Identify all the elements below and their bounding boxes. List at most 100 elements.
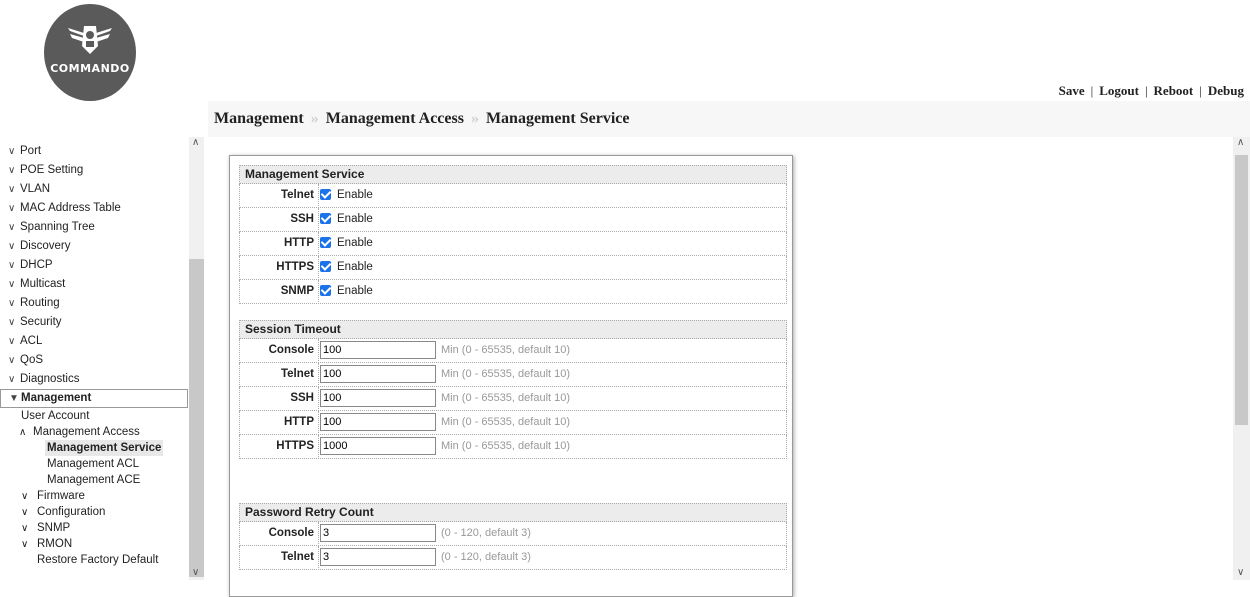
sidebar-item-dhcp[interactable]: ∨ DHCP	[0, 256, 188, 275]
sidebar-item-user-account[interactable]: User Account	[0, 408, 188, 424]
console-timeout-input[interactable]	[320, 341, 436, 359]
checkbox-label: Enable	[337, 285, 373, 297]
sidebar-item-poe-setting[interactable]: ∨ POE Setting	[0, 161, 188, 180]
brand-logo: COMMANDO	[44, 4, 136, 101]
sidebar-item-acl[interactable]: ∨ ACL	[0, 332, 188, 351]
scroll-down-icon[interactable]: ∨	[1237, 567, 1244, 578]
sidebar-item-restore-factory-default[interactable]: Restore Factory Default	[0, 552, 188, 568]
chevron-down-icon: ∨	[8, 298, 16, 309]
sidebar-item-management-acl[interactable]: Management ACL	[0, 456, 188, 472]
checkbox-label: Enable	[337, 213, 373, 225]
chevron-down-icon: ∨	[8, 222, 16, 233]
sidebar-item-firmware[interactable]: ∨ Firmware	[0, 488, 188, 504]
chevron-down-icon: ∨	[8, 336, 16, 347]
save-link[interactable]: Save	[1059, 83, 1085, 98]
sidebar-item-routing[interactable]: ∨ Routing	[0, 294, 188, 313]
sidebar-item-label: QoS	[20, 354, 44, 366]
debug-link[interactable]: Debug	[1208, 83, 1244, 98]
chevron-down-icon: ∨	[8, 203, 16, 214]
telnet-retry-input[interactable]	[320, 548, 436, 566]
console-timeout-row: Console Min (0 - 65535, default 10)	[239, 339, 787, 363]
section-title: Password Retry Count	[239, 503, 787, 522]
ssh-timeout-input[interactable]	[320, 389, 436, 407]
chevron-down-icon: ∨	[8, 146, 16, 157]
field-label: Telnet	[240, 363, 319, 385]
sidebar-item-port[interactable]: ∨ Port	[0, 142, 188, 161]
checkbox-label: Enable	[337, 237, 373, 249]
sidebar-item-configuration[interactable]: ∨ Configuration	[0, 504, 188, 520]
main-scrollbar-thumb[interactable]	[1235, 155, 1248, 425]
checkbox-checked-icon[interactable]	[320, 285, 331, 296]
telnet-timeout-input[interactable]	[320, 365, 436, 383]
sidebar-item-management-service[interactable]: Management Service	[0, 440, 188, 456]
https-enable-checkbox[interactable]: Enable	[320, 259, 373, 275]
checkbox-checked-icon[interactable]	[320, 237, 331, 248]
chevron-down-icon: ∨	[8, 260, 16, 271]
sidebar-item-label: Restore Factory Default	[37, 554, 159, 566]
breadcrumb-item[interactable]: Management Access	[326, 110, 464, 127]
sidebar-item-discovery[interactable]: ∨ Discovery	[0, 237, 188, 256]
snmp-enable-checkbox[interactable]: Enable	[320, 283, 373, 299]
sidebar-item-security[interactable]: ∨ Security	[0, 313, 188, 332]
console-retry-row: Console (0 - 120, default 3)	[239, 522, 787, 546]
sidebar-item-label: Discovery	[20, 240, 71, 252]
sidebar-item-multicast[interactable]: ∨ Multicast	[0, 275, 188, 294]
brand-logo-text: COMMANDO	[50, 62, 130, 75]
sidebar-item-label: Security	[20, 316, 62, 328]
sidebar: ∨ Port ∨ POE Setting ∨ VLAN ∨ MAC Address Ta…	[0, 137, 205, 580]
session-timeout-section: Session Timeout Console Min (0 - 65535, d…	[239, 320, 787, 459]
chevron-down-icon: ∨	[21, 539, 29, 550]
https-timeout-input[interactable]	[320, 437, 436, 455]
field-label: HTTPS	[240, 435, 319, 457]
console-retry-input[interactable]	[320, 524, 436, 542]
field-label: SSH	[240, 208, 319, 230]
scroll-up-icon[interactable]: ∧	[1237, 137, 1244, 148]
checkbox-checked-icon[interactable]	[320, 261, 331, 272]
checkbox-checked-icon[interactable]	[320, 189, 331, 200]
sidebar-item-label: MAC Address Table	[20, 202, 121, 214]
breadcrumb-item[interactable]: Management	[214, 110, 304, 127]
chevron-down-icon: ∨	[8, 241, 16, 252]
sidebar-item-management-access[interactable]: ∧ Management Access	[0, 424, 188, 440]
http-timeout-input[interactable]	[320, 413, 436, 431]
sidebar-scrollbar-thumb[interactable]	[189, 259, 204, 577]
sidebar-item-spanning-tree[interactable]: ∨ Spanning Tree	[0, 218, 188, 237]
sidebar-item-label: POE Setting	[20, 164, 84, 176]
sidebar-item-label: Routing	[20, 297, 60, 309]
ssh-service-row: SSH Enable	[239, 208, 787, 232]
snmp-service-row: SNMP Enable	[239, 280, 787, 304]
sidebar-item-label: VLAN	[20, 183, 51, 195]
ssh-enable-checkbox[interactable]: Enable	[320, 211, 373, 227]
sidebar-item-label: Firmware	[37, 490, 85, 502]
field-label: Console	[240, 339, 319, 361]
sidebar-scrollbar[interactable]: ∧ ∨	[189, 137, 204, 580]
scroll-down-icon[interactable]: ∨	[192, 567, 199, 578]
chevron-down-icon: ∨	[8, 279, 16, 290]
sidebar-item-mac-address-table[interactable]: ∨ MAC Address Table	[0, 199, 188, 218]
http-enable-checkbox[interactable]: Enable	[320, 235, 373, 251]
chevron-down-icon: ∨	[21, 507, 29, 518]
checkbox-label: Enable	[337, 189, 373, 201]
sidebar-menu: ∨ Port ∨ POE Setting ∨ VLAN ∨ MAC Address Ta…	[0, 137, 188, 568]
telnet-service-row: Telnet Enable	[239, 184, 787, 208]
sidebar-item-management-ace[interactable]: Management ACE	[0, 472, 188, 488]
chevron-down-icon: ∨	[8, 374, 16, 385]
sidebar-item-label: Management Service	[45, 440, 164, 456]
breadcrumb-bar: Management » Management Access » Management …	[208, 101, 1250, 137]
logout-link[interactable]: Logout	[1099, 83, 1139, 98]
telnet-retry-row: Telnet (0 - 120, default 3)	[239, 546, 787, 570]
reboot-link[interactable]: Reboot	[1154, 83, 1194, 98]
sidebar-item-snmp[interactable]: ∨ SNMP	[0, 520, 188, 536]
telnet-enable-checkbox[interactable]: Enable	[320, 187, 373, 203]
checkbox-checked-icon[interactable]	[320, 213, 331, 224]
sidebar-item-label: Spanning Tree	[20, 221, 95, 233]
sidebar-item-management[interactable]: ▼ Management	[0, 389, 188, 408]
sidebar-item-diagnostics[interactable]: ∨ Diagnostics	[0, 370, 188, 389]
sidebar-item-rmon[interactable]: ∨ RMON	[0, 536, 188, 552]
password-retry-section: Password Retry Count Console (0 - 120, de…	[239, 503, 787, 570]
scroll-up-icon[interactable]: ∧	[192, 137, 199, 148]
main-scrollbar[interactable]: ∧ ∨	[1233, 137, 1250, 580]
sidebar-item-vlan[interactable]: ∨ VLAN	[0, 180, 188, 199]
field-label: Telnet	[240, 546, 319, 568]
sidebar-item-qos[interactable]: ∨ QoS	[0, 351, 188, 370]
